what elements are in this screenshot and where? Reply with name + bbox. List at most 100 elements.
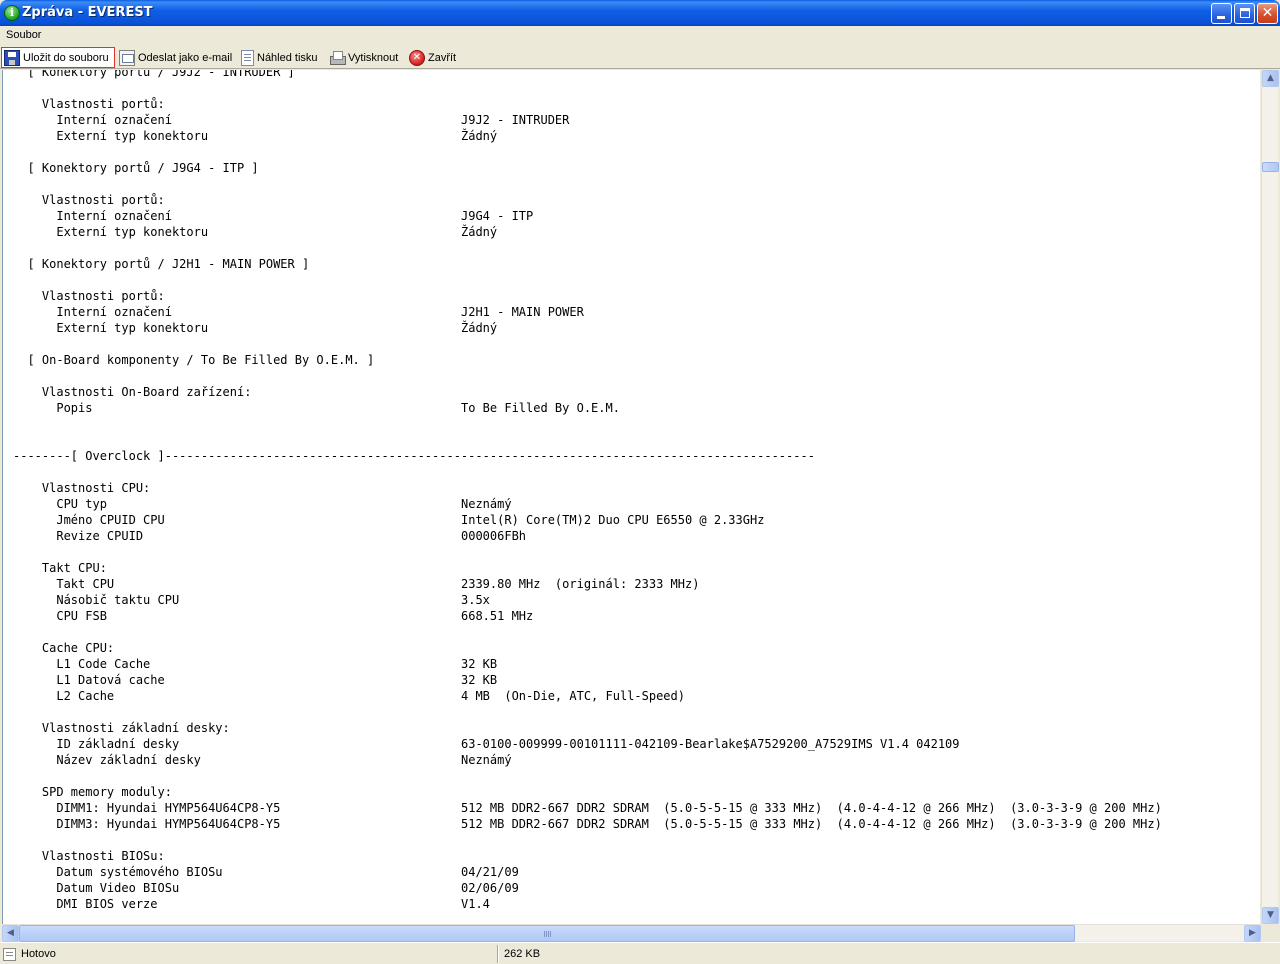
property-label: Takt CPU: [13, 577, 115, 591]
report-property-row: Externí typ konektoru Žádný: [13, 128, 1162, 144]
save-to-file-label: Uložit do souboru: [23, 51, 109, 64]
status-text: Hotovo: [21, 948, 56, 960]
report-property-row: Datum Video BIOSu 02/06/09: [13, 880, 1162, 896]
property-label: ID základní desky: [13, 737, 180, 751]
property-label: L1 Datová cache: [13, 673, 165, 687]
report-property-row: DIMM3: Hyundai HYMP564U64CP8-Y5 512 MB DD…: [13, 816, 1161, 832]
property-label: Externí typ konektoru: [13, 129, 209, 143]
print-preview-icon: [241, 49, 254, 66]
property-label: Datum systémového BIOSu: [13, 865, 223, 879]
maximize-button[interactable]: [1234, 3, 1255, 24]
report-line: Vlastnosti portů:: [13, 97, 165, 111]
property-value: 2339.80 MHz (originál: 2333 MHz): [461, 577, 700, 591]
status-bar: Hotovo 262 KB: [0, 942, 1280, 964]
menu-soubor[interactable]: Soubor: [6, 29, 41, 41]
report-property-row: Interní označení J2H1 - MAIN POWER: [13, 304, 1162, 320]
property-label: DMI BIOS verze: [13, 897, 158, 911]
print-preview-label: Náhled tisku: [257, 51, 318, 64]
mail-icon: [119, 49, 135, 66]
report-property-row: DIMM1: Hyundai HYMP564U64CP8-Y5 512 MB DD…: [13, 800, 1161, 816]
vertical-scroll-thumb[interactable]: [1262, 162, 1279, 172]
property-label: L1 Code Cache: [13, 657, 151, 671]
report-property-row: L2 Cache 4 MB (On-Die, ATC, Full-Speed): [13, 688, 1162, 704]
property-value: Žádný: [461, 129, 498, 143]
property-label: DIMM1: Hyundai HYMP564U64CP8-Y5: [13, 801, 281, 815]
property-label: Název základní desky: [13, 753, 201, 767]
property-value: 32 KB: [461, 673, 498, 687]
scroll-left-arrow-icon[interactable]: ◀: [2, 925, 19, 942]
property-label: Datum Video BIOSu: [13, 881, 180, 895]
property-label: CPU FSB: [13, 609, 107, 623]
scroll-down-arrow-icon[interactable]: ▼: [1262, 907, 1279, 924]
property-value: 668.51 MHz: [461, 609, 534, 623]
property-label: Revize CPUID: [13, 529, 144, 543]
report-line: Vlastnosti portů:: [13, 193, 165, 207]
report-property-row: Popis To Be Filled By O.E.M.: [13, 400, 1162, 416]
close-icon: ✕: [409, 49, 425, 66]
property-label: Interní označení: [13, 113, 172, 127]
print-preview-button[interactable]: Náhled tisku: [239, 47, 318, 68]
status-size: 262 KB: [504, 948, 541, 960]
property-value: 02/06/09: [461, 881, 519, 895]
close-report-button[interactable]: ✕ Zavřít: [407, 47, 456, 68]
report-property-row: Externí typ konektoru Žádný: [13, 320, 1162, 336]
document-icon: [3, 948, 16, 961]
property-value: To Be Filled By O.E.M.: [461, 401, 620, 415]
property-label: Interní označení: [13, 305, 172, 319]
report-property-row: CPU typ Neznámý: [13, 496, 1162, 512]
vertical-scrollbar[interactable]: ▲ ▼: [1261, 70, 1279, 924]
print-button[interactable]: Vytisknout: [327, 47, 398, 68]
property-label: Násobič taktu CPU: [13, 593, 180, 607]
scroll-up-arrow-icon[interactable]: ▲: [1262, 70, 1279, 87]
report-property-row: Název základní desky Neznámý: [13, 752, 1162, 768]
report-view[interactable]: [ Konektory portů / J9J2 - INTRUDER ] Vl…: [2, 70, 1260, 924]
printer-icon: [329, 50, 346, 66]
property-label: Jméno CPUID CPU: [13, 513, 165, 527]
horizontal-scrollbar[interactable]: ◀ ▶: [2, 924, 1261, 942]
report-line: [ Konektory portů / J9J2 - INTRUDER ]: [13, 70, 295, 79]
horizontal-scroll-thumb[interactable]: [19, 925, 1075, 942]
report-property-row: Revize CPUID 000006FBh: [13, 528, 1162, 544]
report-property-row: Interní označení J9J2 - INTRUDER: [13, 112, 1162, 128]
report-property-row: L1 Code Cache 32 KB: [13, 656, 1162, 672]
property-value: Intel(R) Core(TM)2 Duo CPU E6550 @ 2.33G…: [461, 513, 765, 527]
send-email-button[interactable]: Odeslat jako e-mail: [117, 47, 232, 68]
close-window-button[interactable]: ✕: [1257, 3, 1278, 24]
minimize-button[interactable]: [1211, 3, 1232, 24]
scrollbar-corner: [1261, 924, 1280, 941]
save-to-file-button[interactable]: Uložit do souboru: [1, 47, 115, 68]
status-separator: [497, 945, 498, 963]
report-property-row: L1 Datová cache 32 KB: [13, 672, 1162, 688]
report-line: [ Konektory portů / J2H1 - MAIN POWER ]: [13, 257, 310, 271]
property-label: L2 Cache: [13, 689, 115, 703]
report-line: [ Konektory portů / J9G4 - ITP ]: [13, 161, 259, 175]
report-property-row: Externí typ konektoru Žádný: [13, 224, 1162, 240]
report-line: Vlastnosti BIOSu:: [13, 849, 165, 863]
close-report-label: Zavřít: [428, 51, 457, 64]
property-value: J9G4 - ITP: [461, 209, 534, 223]
property-value: Žádný: [461, 225, 498, 239]
report-line: Vlastnosti základní desky:: [13, 721, 230, 735]
property-label: DIMM3: Hyundai HYMP564U64CP8-Y5: [13, 817, 281, 831]
scroll-right-arrow-icon[interactable]: ▶: [1244, 925, 1261, 942]
report-property-row: Takt CPU 2339.80 MHz (originál: 2333 MHz): [13, 576, 1162, 592]
property-value: 000006FBh: [461, 529, 527, 543]
property-value: J2H1 - MAIN POWER: [461, 305, 584, 319]
report-text: [ Konektory portů / J9J2 - INTRUDER ] Vl…: [13, 70, 1162, 912]
title-bar[interactable]: i Zpráva - EVEREST ✕: [0, 0, 1280, 26]
property-value: 63-0100-009999-00101111-042109-Bearlake$…: [461, 737, 960, 751]
report-line: --------[ Overclock ]-------------------…: [13, 449, 815, 463]
